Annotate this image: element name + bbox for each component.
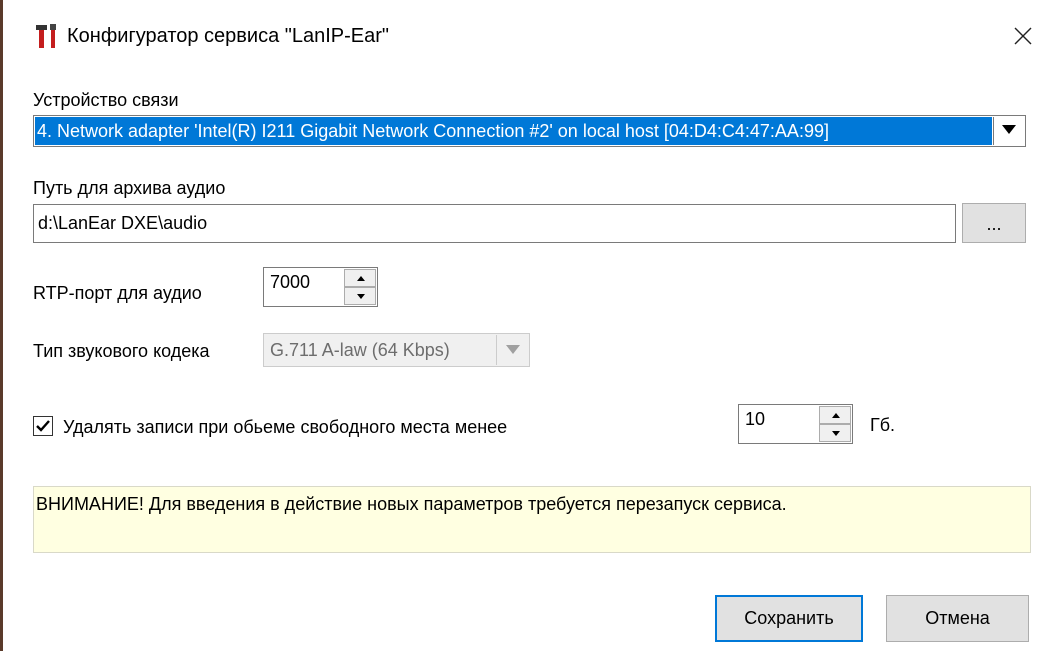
- codec-dropdown-button[interactable]: [496, 335, 528, 365]
- chevron-down-icon: [1002, 125, 1016, 134]
- restart-warning-text: ВНИМАНИЕ! Для введения в действие новых …: [36, 494, 787, 514]
- rtp-port-value: 7000: [270, 272, 311, 292]
- rtp-port-increment[interactable]: [344, 269, 376, 287]
- window-title: Конфигуратор сервиса "LanIP-Ear": [67, 25, 390, 47]
- chevron-down-icon: [506, 345, 520, 354]
- arrow-down-icon: [832, 431, 840, 436]
- device-dropdown-button[interactable]: [993, 117, 1024, 145]
- rtp-port-spin-buttons: [344, 269, 376, 305]
- window-edge: [0, 0, 3, 651]
- device-select[interactable]: 4. Network adapter 'Intel(R) I211 Gigabi…: [33, 115, 1026, 147]
- save-button[interactable]: Сохранить: [715, 595, 863, 642]
- tools-icon: [33, 22, 61, 50]
- codec-select[interactable]: G.711 A-law (64 Kbps): [263, 333, 530, 367]
- archive-path-input[interactable]: [33, 204, 956, 243]
- free-space-spinner[interactable]: 10: [738, 404, 853, 444]
- free-space-increment[interactable]: [819, 406, 851, 424]
- archive-path-label: Путь для архива аудио: [33, 178, 226, 198]
- device-selected-value: 4. Network adapter 'Intel(R) I211 Gigabi…: [35, 117, 992, 145]
- device-label: Устройство связи: [33, 90, 179, 110]
- restart-warning: ВНИМАНИЕ! Для введения в действие новых …: [33, 486, 1031, 553]
- free-space-decrement[interactable]: [819, 424, 851, 442]
- rtp-port-decrement[interactable]: [344, 287, 376, 305]
- codec-label: Тип звукового кодека: [33, 341, 210, 361]
- codec-selected-value: G.711 A-law (64 Kbps): [270, 340, 450, 360]
- checkmark-icon: [36, 420, 50, 432]
- rtp-port-spinner[interactable]: 7000: [263, 267, 378, 307]
- cleanup-label: Удалять записи при обьеме свободного мес…: [63, 417, 508, 437]
- arrow-up-icon: [832, 413, 840, 418]
- rtp-port-label: RTP-порт для аудио: [33, 283, 202, 303]
- arrow-up-icon: [357, 276, 365, 281]
- cancel-button[interactable]: Отмена: [886, 595, 1029, 642]
- close-icon: [1014, 27, 1032, 45]
- title-bar: Конфигуратор сервиса "LanIP-Ear": [3, 0, 1044, 72]
- browse-button[interactable]: ...: [962, 203, 1026, 243]
- free-space-spin-buttons: [819, 406, 851, 442]
- configurator-dialog: Конфигуратор сервиса "LanIP-Ear" Устройс…: [0, 0, 1044, 651]
- close-button[interactable]: [1008, 21, 1038, 51]
- free-space-unit: Гб.: [870, 415, 896, 435]
- cleanup-checkbox[interactable]: [33, 416, 53, 436]
- arrow-down-icon: [357, 294, 365, 299]
- free-space-value: 10: [745, 409, 766, 429]
